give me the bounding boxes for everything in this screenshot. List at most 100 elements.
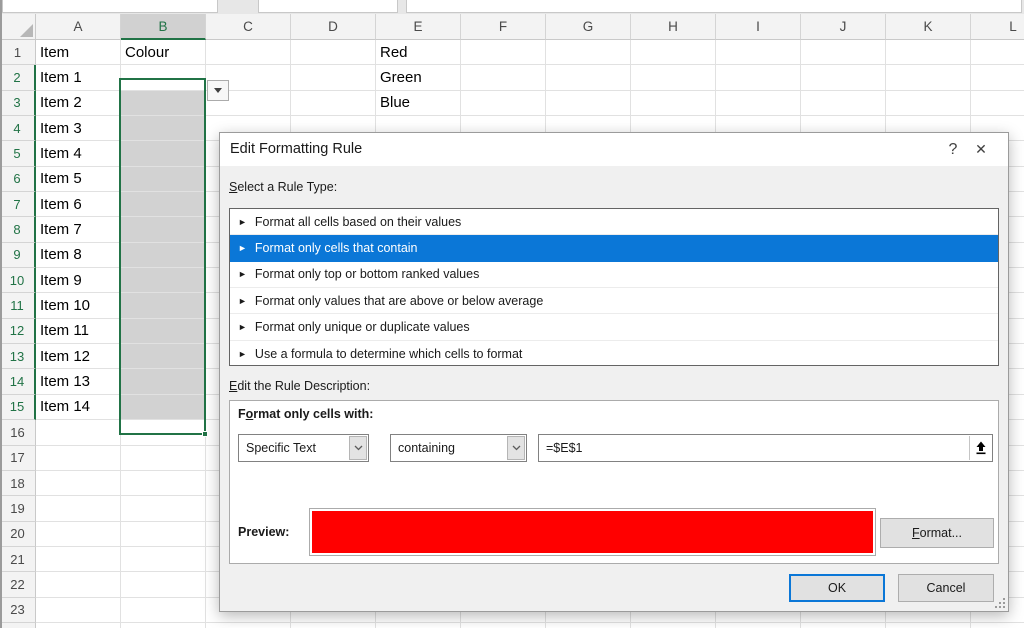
column-header-K[interactable]: K	[886, 14, 971, 40]
cell-I3[interactable]	[716, 91, 801, 116]
cell-A10[interactable]: Item 9	[36, 268, 121, 293]
cell-B15[interactable]	[121, 395, 206, 420]
row-header-6[interactable]: 6	[0, 167, 36, 192]
cell-B5[interactable]	[121, 141, 206, 166]
rule-type-option-2[interactable]: ►Format only top or bottom ranked values	[230, 262, 998, 288]
row-header-17[interactable]: 17	[0, 446, 36, 471]
rule-type-option-1[interactable]: ►Format only cells that contain	[230, 235, 998, 261]
cell-D2[interactable]	[291, 65, 376, 90]
cell-A8[interactable]: Item 7	[36, 217, 121, 242]
cell-A19[interactable]	[36, 496, 121, 521]
cell-K1[interactable]	[886, 40, 971, 65]
cell-C1[interactable]	[206, 40, 291, 65]
cell-L2[interactable]	[971, 65, 1024, 90]
column-header-C[interactable]: C	[206, 14, 291, 40]
column-header-H[interactable]: H	[631, 14, 716, 40]
cell-B20[interactable]	[121, 522, 206, 547]
cell-A9[interactable]: Item 8	[36, 243, 121, 268]
row-header-11[interactable]: 11	[0, 293, 36, 318]
close-icon[interactable]: ✕	[966, 133, 996, 166]
row-header-9[interactable]: 9	[0, 243, 36, 268]
help-button[interactable]: ?	[938, 133, 968, 166]
cell-A18[interactable]	[36, 471, 121, 496]
ok-button[interactable]: OK	[789, 574, 885, 602]
row-header-18[interactable]: 18	[0, 471, 36, 496]
row-header-14[interactable]: 14	[0, 369, 36, 394]
cell-A1[interactable]: Item	[36, 40, 121, 65]
cell-dropdown-button[interactable]	[207, 80, 229, 101]
row-header-21[interactable]: 21	[0, 547, 36, 572]
row-header-3[interactable]: 3	[0, 91, 36, 116]
cell-H24[interactable]	[631, 623, 716, 628]
cell-L1[interactable]	[971, 40, 1024, 65]
cell-F1[interactable]	[461, 40, 546, 65]
format-button[interactable]: Format...	[880, 518, 994, 548]
cell-A22[interactable]	[36, 572, 121, 597]
cell-B3[interactable]	[121, 91, 206, 116]
cell-A12[interactable]: Item 11	[36, 319, 121, 344]
cell-A15[interactable]: Item 14	[36, 395, 121, 420]
cell-G24[interactable]	[546, 623, 631, 628]
column-header-E[interactable]: E	[376, 14, 461, 40]
rule-type-option-0[interactable]: ►Format all cells based on their values	[230, 209, 998, 235]
column-header-A[interactable]: A	[36, 14, 121, 40]
cell-E1[interactable]: Red	[376, 40, 461, 65]
cell-E3[interactable]: Blue	[376, 91, 461, 116]
cell-B6[interactable]	[121, 167, 206, 192]
row-header-12[interactable]: 12	[0, 319, 36, 344]
rule-type-option-4[interactable]: ►Format only unique or duplicate values	[230, 314, 998, 340]
cell-H2[interactable]	[631, 65, 716, 90]
row-header-20[interactable]: 20	[0, 522, 36, 547]
condition-operator-select[interactable]: containing	[390, 434, 527, 462]
condition-value-input[interactable]: =$E$1	[538, 434, 993, 462]
cell-E24[interactable]	[376, 623, 461, 628]
column-header-B[interactable]: B	[121, 14, 206, 40]
cell-B24[interactable]	[121, 623, 206, 628]
cell-B2[interactable]	[121, 65, 206, 90]
cell-K24[interactable]	[886, 623, 971, 628]
cell-L3[interactable]	[971, 91, 1024, 116]
cell-A23[interactable]	[36, 598, 121, 623]
cell-E2[interactable]: Green	[376, 65, 461, 90]
cell-B11[interactable]	[121, 293, 206, 318]
cell-J3[interactable]	[801, 91, 886, 116]
cell-A24[interactable]	[36, 623, 121, 628]
cell-F3[interactable]	[461, 91, 546, 116]
cell-L24[interactable]	[971, 623, 1024, 628]
cell-I24[interactable]	[716, 623, 801, 628]
collapse-dialog-icon[interactable]	[969, 436, 991, 460]
cell-D3[interactable]	[291, 91, 376, 116]
cancel-button[interactable]: Cancel	[898, 574, 994, 602]
cell-F24[interactable]	[461, 623, 546, 628]
cell-A16[interactable]	[36, 420, 121, 445]
cell-A20[interactable]	[36, 522, 121, 547]
insert-function-box[interactable]	[258, 0, 398, 13]
row-header-2[interactable]: 2	[0, 65, 36, 90]
cell-A4[interactable]: Item 3	[36, 116, 121, 141]
row-header-13[interactable]: 13	[0, 344, 36, 369]
cell-H1[interactable]	[631, 40, 716, 65]
cell-A7[interactable]: Item 6	[36, 192, 121, 217]
cell-A13[interactable]: Item 12	[36, 344, 121, 369]
cell-B8[interactable]	[121, 217, 206, 242]
cell-B17[interactable]	[121, 446, 206, 471]
dialog-titlebar[interactable]: Edit Formatting Rule ? ✕	[220, 133, 1008, 166]
cell-B16[interactable]	[121, 420, 206, 445]
cell-A6[interactable]: Item 5	[36, 167, 121, 192]
select-all-corner[interactable]	[0, 14, 36, 40]
cell-K3[interactable]	[886, 91, 971, 116]
cell-I2[interactable]	[716, 65, 801, 90]
cell-C24[interactable]	[206, 623, 291, 628]
cell-J1[interactable]	[801, 40, 886, 65]
row-header-7[interactable]: 7	[0, 192, 36, 217]
cell-G1[interactable]	[546, 40, 631, 65]
resize-grip[interactable]	[995, 598, 1005, 608]
row-header-8[interactable]: 8	[0, 217, 36, 242]
cell-A21[interactable]	[36, 547, 121, 572]
row-header-4[interactable]: 4	[0, 116, 36, 141]
row-header-24[interactable]: 24	[0, 623, 36, 628]
column-header-L[interactable]: L	[971, 14, 1024, 40]
row-header-15[interactable]: 15	[0, 395, 36, 420]
cell-A3[interactable]: Item 2	[36, 91, 121, 116]
condition-type-select[interactable]: Specific Text	[238, 434, 369, 462]
